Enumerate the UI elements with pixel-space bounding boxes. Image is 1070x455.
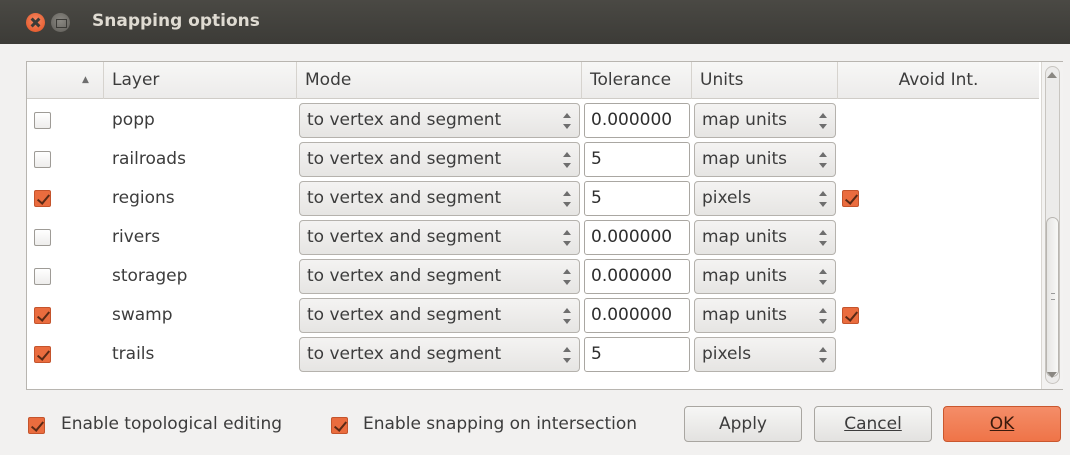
updown-arrows-icon (819, 230, 827, 246)
tolerance-input[interactable]: 5 (584, 337, 690, 372)
updown-arrows-icon (563, 269, 571, 285)
layer-snapping-table: ▲ Layer Mode Tolerance Units Avoid Int. … (26, 61, 1063, 390)
units-select[interactable]: pixels (694, 337, 836, 372)
ok-button[interactable]: OK (943, 406, 1061, 442)
table-row: rivers to vertex and segment 0.000000 map u… (27, 218, 1039, 257)
units-select-value: map units (702, 149, 787, 169)
header-enabled[interactable]: ▲ (27, 62, 104, 99)
table-row: popp to vertex and segment 0.000000 map uni… (27, 101, 1039, 140)
mode-select-value: to vertex and segment (307, 227, 502, 247)
mode-select-value: to vertex and segment (307, 188, 502, 208)
layer-name: regions (112, 188, 175, 208)
header-units[interactable]: Units (692, 62, 838, 99)
updown-arrows-icon (819, 347, 827, 363)
title-bar: Snapping options (0, 0, 1070, 44)
tolerance-input[interactable]: 5 (584, 142, 690, 177)
layer-enabled-checkbox[interactable] (34, 268, 51, 285)
tolerance-input[interactable]: 5 (584, 181, 690, 216)
scrollbar-thumb[interactable] (1046, 217, 1059, 377)
header-layer[interactable]: Layer (104, 62, 297, 99)
layer-enabled-checkbox[interactable] (34, 229, 51, 246)
units-select-value: map units (702, 110, 787, 130)
window-title: Snapping options (92, 11, 260, 31)
tolerance-input[interactable]: 0.000000 (584, 220, 690, 255)
snapping-on-intersection-label: Enable snapping on intersection (363, 414, 638, 434)
cancel-button[interactable]: Cancel (814, 406, 932, 442)
scroll-down-icon[interactable] (1047, 372, 1057, 378)
updown-arrows-icon (563, 347, 571, 363)
mode-select[interactable]: to vertex and segment (299, 337, 580, 372)
table-row: regions to vertex and segment 5 pixels (27, 179, 1039, 218)
mode-select-value: to vertex and segment (307, 110, 502, 130)
mode-select-value: to vertex and segment (307, 305, 502, 325)
scroll-up-icon[interactable] (1047, 72, 1057, 78)
units-select-value: pixels (702, 344, 752, 364)
header-avoid-intersections[interactable]: Avoid Int. (838, 62, 1039, 99)
ok-button-label: OK (989, 414, 1015, 434)
sort-ascending-icon: ▲ (82, 75, 89, 85)
units-select-value: map units (702, 227, 787, 247)
units-select[interactable]: map units (694, 259, 836, 294)
layer-name: railroads (112, 149, 186, 169)
table-row: swamp to vertex and segment 0.000000 map un… (27, 296, 1039, 335)
updown-arrows-icon (563, 230, 571, 246)
table-row: storagep to vertex and segment 0.000000 map… (27, 257, 1039, 296)
mode-select-value: to vertex and segment (307, 266, 502, 286)
layer-name: trails (112, 344, 155, 364)
mode-select[interactable]: to vertex and segment (299, 142, 580, 177)
snapping-on-intersection-checkbox[interactable] (331, 417, 348, 434)
updown-arrows-icon (819, 308, 827, 324)
header-tolerance[interactable]: Tolerance (582, 62, 692, 99)
topological-editing-label: Enable topological editing (61, 414, 283, 434)
units-select-value: pixels (702, 188, 752, 208)
units-select-value: map units (702, 305, 787, 325)
layer-enabled-checkbox[interactable] (34, 112, 51, 129)
avoid-intersections-checkbox[interactable] (842, 190, 859, 207)
layer-enabled-checkbox[interactable] (34, 307, 51, 324)
layer-enabled-checkbox[interactable] (34, 346, 51, 363)
close-icon[interactable] (26, 13, 45, 32)
updown-arrows-icon (563, 191, 571, 207)
grip-icon (1051, 293, 1055, 300)
apply-button[interactable]: Apply (684, 406, 802, 442)
layer-name: popp (112, 110, 155, 130)
mode-select[interactable]: to vertex and segment (299, 103, 580, 138)
units-select[interactable]: pixels (694, 181, 836, 216)
layer-name: rivers (112, 227, 161, 247)
avoid-intersections-checkbox[interactable] (842, 307, 859, 324)
mode-select[interactable]: to vertex and segment (299, 259, 580, 294)
units-select[interactable]: map units (694, 220, 836, 255)
units-select[interactable]: map units (694, 142, 836, 177)
units-select-value: map units (702, 266, 787, 286)
updown-arrows-icon (819, 113, 827, 129)
cancel-button-label: Cancel (844, 414, 902, 434)
minimize-icon[interactable] (51, 13, 70, 32)
table-header: ▲ Layer Mode Tolerance Units Avoid Int. (27, 62, 1039, 99)
mode-select-value: to vertex and segment (307, 344, 502, 364)
mode-select[interactable]: to vertex and segment (299, 181, 580, 216)
tolerance-input[interactable]: 0.000000 (584, 298, 690, 333)
layer-enabled-checkbox[interactable] (34, 190, 51, 207)
mode-select-value: to vertex and segment (307, 149, 502, 169)
units-select[interactable]: map units (694, 103, 836, 138)
header-mode[interactable]: Mode (297, 62, 582, 99)
topological-editing-checkbox[interactable] (28, 417, 45, 434)
table-row: trails to vertex and segment 5 pixels (27, 335, 1039, 374)
tolerance-input[interactable]: 0.000000 (584, 103, 690, 138)
tolerance-input[interactable]: 0.000000 (584, 259, 690, 294)
layer-enabled-checkbox[interactable] (34, 151, 51, 168)
mode-select[interactable]: to vertex and segment (299, 298, 580, 333)
updown-arrows-icon (819, 152, 827, 168)
table-row: railroads to vertex and segment 5 map units (27, 140, 1039, 179)
updown-arrows-icon (563, 152, 571, 168)
mode-select[interactable]: to vertex and segment (299, 220, 580, 255)
vertical-scrollbar[interactable] (1041, 62, 1063, 389)
updown-arrows-icon (819, 269, 827, 285)
layer-name: swamp (112, 305, 173, 325)
updown-arrows-icon (819, 191, 827, 207)
layer-name: storagep (112, 266, 188, 286)
updown-arrows-icon (563, 308, 571, 324)
units-select[interactable]: map units (694, 298, 836, 333)
updown-arrows-icon (563, 113, 571, 129)
